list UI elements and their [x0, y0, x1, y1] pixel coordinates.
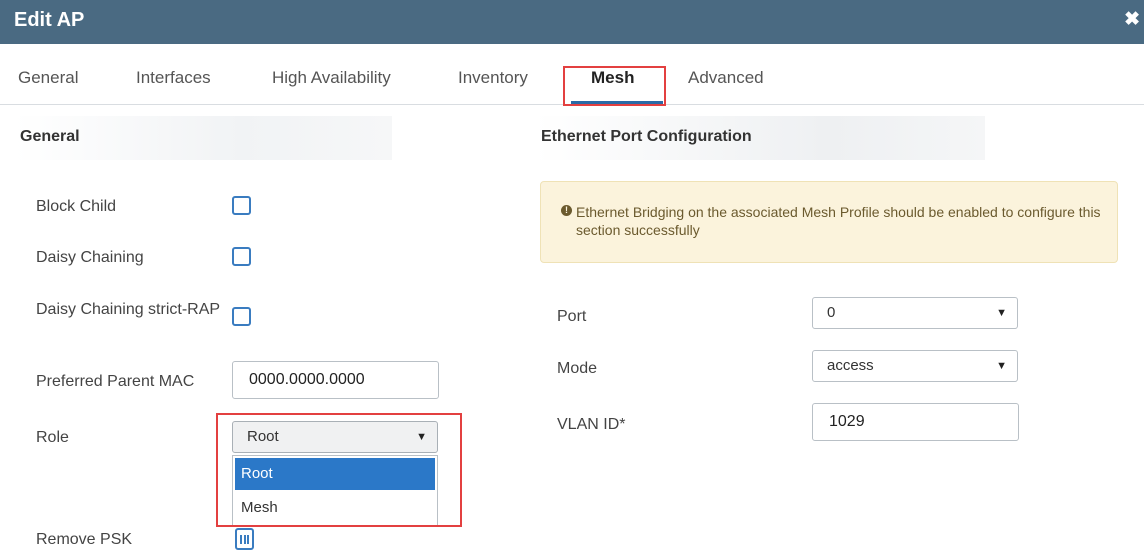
daisy-chaining-checkbox[interactable]	[232, 247, 251, 266]
vlan-id-label: VLAN ID*	[557, 416, 626, 433]
info-icon: !	[561, 205, 572, 216]
tab-bar: General Interfaces High Availability Inv…	[0, 44, 1144, 106]
tab-interfaces[interactable]: Interfaces	[136, 68, 211, 88]
tab-advanced[interactable]: Advanced	[688, 68, 764, 88]
preferred-parent-mac-label: Preferred Parent MAC	[36, 373, 195, 390]
role-highlight	[216, 413, 462, 527]
mode-label: Mode	[557, 360, 598, 377]
chevron-down-icon: ▼	[996, 307, 1007, 319]
mode-select[interactable]: access ▼	[812, 350, 1018, 382]
alert-text: Ethernet Bridging on the associated Mesh…	[576, 204, 1101, 238]
dialog-title: Edit AP	[14, 9, 85, 31]
tab-inventory[interactable]: Inventory	[458, 68, 528, 88]
remove-psk-button[interactable]	[235, 528, 254, 550]
port-select-value: 0	[827, 304, 836, 321]
title-bar: Edit AP ✖	[0, 0, 1144, 44]
remove-psk-label: Remove PSK	[36, 531, 133, 548]
tab-general[interactable]: General	[18, 68, 78, 88]
general-section-header: General	[14, 116, 392, 160]
ethernet-section-header: Ethernet Port Configuration	[535, 116, 985, 160]
role-label: Role	[36, 429, 69, 446]
mode-select-value: access	[827, 357, 874, 374]
daisy-chaining-label: Daisy Chaining	[36, 249, 144, 266]
tab-high-availability[interactable]: High Availability	[272, 68, 391, 88]
vlan-id-input[interactable]: 1029	[812, 403, 1019, 441]
block-child-checkbox[interactable]	[232, 196, 251, 215]
preferred-parent-mac-input[interactable]: 0000.0000.0000	[232, 361, 439, 399]
chevron-down-icon: ▼	[996, 360, 1007, 372]
port-select[interactable]: 0 ▼	[812, 297, 1018, 329]
daisy-chaining-strict-label: Daisy Chaining strict-RAP	[36, 301, 221, 318]
block-child-label: Block Child	[36, 198, 117, 215]
key-icon	[240, 535, 249, 544]
bridging-alert: ! Ethernet Bridging on the associated Me…	[540, 181, 1118, 263]
close-icon[interactable]: ✖	[1124, 10, 1140, 29]
mesh-tab-highlight	[563, 66, 666, 106]
daisy-chaining-strict-checkbox[interactable]	[232, 307, 251, 326]
port-label: Port	[557, 308, 587, 325]
